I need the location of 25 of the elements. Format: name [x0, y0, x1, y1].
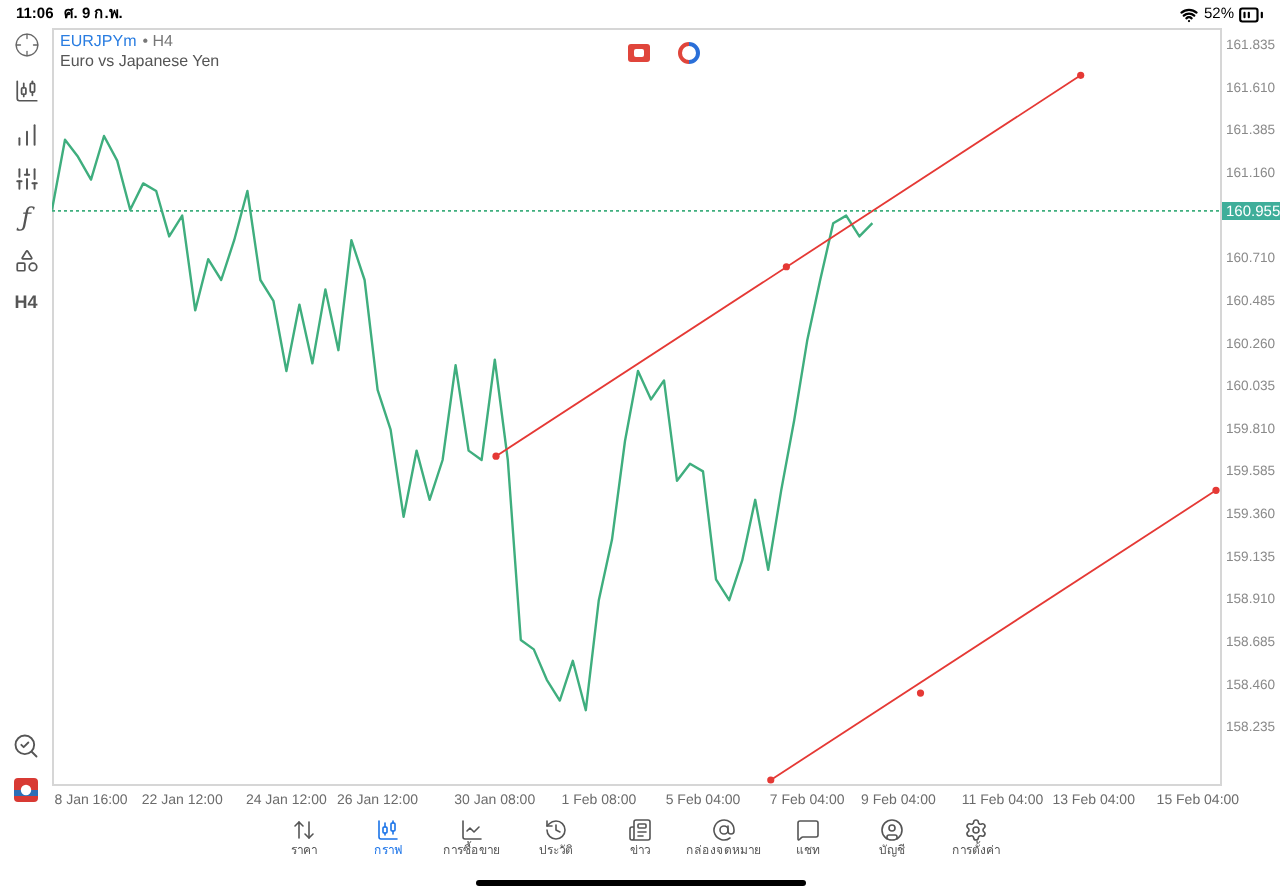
crosshair-icon[interactable]	[13, 32, 39, 58]
sliders-icon[interactable]	[13, 166, 39, 192]
at-sign-icon	[712, 818, 736, 842]
wifi-icon	[1179, 5, 1198, 23]
function-button[interactable]: ƒ	[21, 206, 31, 234]
candlestick-icon[interactable]	[13, 78, 39, 104]
newspaper-icon	[628, 818, 652, 842]
symbol-name: EURJPYm	[60, 32, 137, 52]
candlestick-icon	[376, 818, 400, 842]
line-chart-icon	[460, 818, 484, 842]
settings-icon	[964, 818, 988, 842]
chat-bubble-icon	[796, 818, 820, 842]
ring-logo-icon[interactable]	[678, 42, 700, 64]
user-circle-icon	[880, 818, 904, 842]
app-logo-icon[interactable]	[14, 778, 38, 802]
shapes-icon[interactable]	[13, 248, 39, 274]
timeframe-button[interactable]: H4	[14, 290, 38, 317]
symbol-description: Euro vs Japanese Yen	[60, 52, 220, 72]
history-icon	[544, 818, 568, 842]
trade-panel-icon[interactable]	[628, 44, 650, 62]
battery-icon	[1238, 1, 1264, 27]
bar-chart-icon[interactable]	[13, 122, 39, 148]
period-label: • H4	[142, 32, 173, 52]
magnifier-check-icon[interactable]	[12, 732, 40, 760]
arrows-icon	[292, 818, 316, 842]
